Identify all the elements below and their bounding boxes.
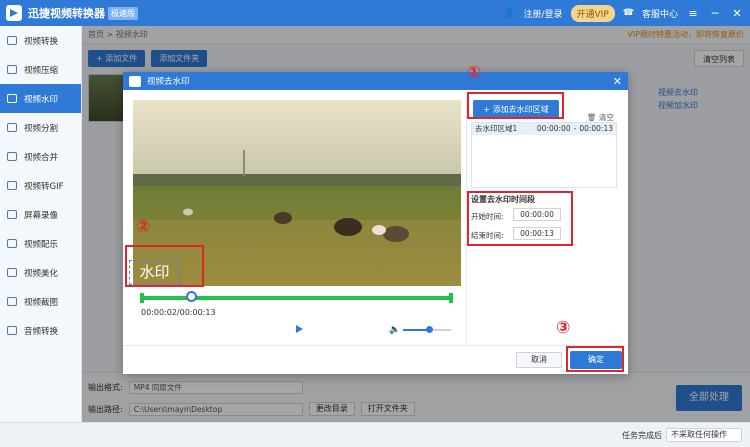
menu-icon[interactable]: ≡ [686, 7, 700, 20]
close-icon[interactable]: ✕ [730, 7, 744, 20]
area-end: 00:00:13 [579, 124, 613, 133]
play-icon[interactable] [296, 325, 303, 333]
list-item[interactable]: 去水印区域1 00:00:00 - 00:00:13 [472, 123, 616, 135]
login-link[interactable]: 注册/登录 [523, 7, 562, 20]
sidebar-item-audio[interactable]: 音频转换 [0, 316, 81, 345]
annotation-box-watermark [125, 245, 204, 287]
screenshot-icon [7, 297, 17, 306]
annotation-number-1: ① [467, 63, 482, 83]
app-logo-icon [6, 5, 22, 21]
dialog-close-icon[interactable]: ✕ [613, 75, 622, 88]
beautify-icon [7, 268, 17, 277]
timeline-start-handle[interactable] [140, 293, 144, 303]
merge-icon [7, 152, 17, 161]
annotation-number-3: ③ [556, 318, 571, 338]
sidebar-item-compress[interactable]: 视频压缩 [0, 55, 81, 84]
split-icon [7, 123, 17, 132]
sidebar-item-split[interactable]: 视频分割 [0, 113, 81, 142]
annotation-box-add-area [467, 92, 564, 119]
dialog-footer-divider [123, 345, 628, 346]
volume-slider[interactable] [403, 326, 451, 333]
volume-icon[interactable]: 🔈 [389, 325, 400, 335]
user-icon: 👤 [504, 8, 516, 18]
playhead-knob[interactable] [186, 291, 198, 302]
area-name: 去水印区域1 [475, 124, 518, 133]
after-done-select[interactable]: 不采取任何操作 [666, 428, 742, 442]
annotation-box-time-range [467, 191, 573, 246]
headset-icon: ☎ [622, 8, 634, 18]
title-bar: 迅捷视频转换器 极速版 👤 注册/登录 开通VIP ☎ 客服中心 ≡ ─ ✕ [0, 0, 750, 26]
sidebar-item-record[interactable]: 屏幕录像 [0, 200, 81, 229]
timeline-bar[interactable] [140, 291, 453, 303]
sidebar-item-screenshot[interactable]: 视频截图 [0, 287, 81, 316]
record-icon [7, 210, 17, 219]
sidebar-item-watermark[interactable]: 视频水印 [0, 84, 81, 113]
app-name: 迅捷视频转换器 [28, 7, 105, 20]
sidebar-item-merge[interactable]: 视频合并 [0, 142, 81, 171]
sidebar-item-beautify[interactable]: 视频美化 [0, 258, 81, 287]
minimize-icon[interactable]: ─ [708, 7, 722, 20]
cancel-button[interactable]: 取消 [516, 352, 562, 368]
area-start: 00:00:00 [536, 124, 571, 133]
audio-icon [7, 326, 17, 335]
vip-button[interactable]: 开通VIP [570, 4, 615, 22]
after-done-label: 任务完成后 [622, 431, 662, 440]
area-sep: - [573, 124, 577, 133]
service-link[interactable]: 客服中心 [642, 7, 678, 20]
sidebar: 视频转换 视频压缩 视频水印 视频分割 视频合并 视频转GIF 屏幕录像 视频配… [0, 26, 82, 422]
timeline-end-handle[interactable] [449, 293, 453, 303]
dialog-title: 视频去水印 [147, 77, 190, 87]
sidebar-item-gif[interactable]: 视频转GIF [0, 171, 81, 200]
time-readout: 00:00:02/00:00:13 [141, 308, 216, 317]
dialog-app-icon [129, 75, 141, 87]
compress-icon [7, 65, 17, 74]
edition-badge: 极速版 [108, 6, 138, 20]
convert-icon [7, 36, 17, 45]
annotation-number-2: ② [136, 217, 151, 237]
sidebar-item-convert[interactable]: 视频转换 [0, 26, 81, 55]
area-list: 去水印区域1 00:00:00 - 00:00:13 [471, 122, 617, 188]
volume-knob[interactable] [426, 326, 434, 333]
gif-icon [7, 181, 17, 190]
sidebar-item-music[interactable]: 视频配乐 [0, 229, 81, 258]
dialog-titlebar: 视频去水印 [123, 72, 628, 90]
status-bar: 任务完成后 不采取任何操作 [0, 422, 750, 447]
music-icon [7, 239, 17, 248]
annotation-box-confirm [566, 346, 624, 372]
watermark-icon [7, 94, 17, 103]
